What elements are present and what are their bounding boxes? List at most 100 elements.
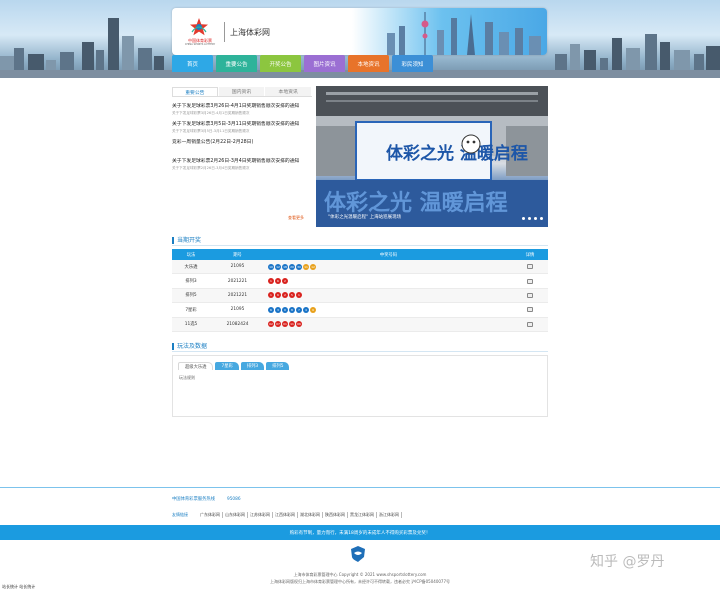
details-icon[interactable] [527,264,533,270]
details-icon[interactable] [527,292,533,298]
list-item[interactable]: 关于下发足球彩票3月26日-4月1日奖期销售顺次安排的通知 关于下发足球彩票3月… [172,103,312,116]
winning-numbers: 6308749 [265,303,512,316]
winning-numbers: 162 [265,274,512,287]
hotline-number[interactable]: 95086 [227,497,241,502]
issue-number: 2021221 [227,278,248,284]
number-ball: 6 [268,306,274,313]
friend-link[interactable]: 湖北体彩网 [298,512,323,518]
nav-item[interactable]: 开奖公告 [260,55,301,72]
more-link[interactable]: 查看更多 [288,215,304,221]
details-cell [512,274,548,287]
announcement-title[interactable]: 关于下发足球彩票3月26日-4月1日奖期销售顺次安排的通知 [172,103,312,110]
number-ball: 10 [268,263,274,270]
game-name: 11选5 [184,322,198,328]
copyright: 上海市体育彩票管理中心 Copyright © 2021 www.shsport… [0,571,720,585]
draw-section-title: 当期开奖 [172,237,201,244]
number-ball: 0 [282,306,288,313]
announcement-title[interactable]: 关于下发足球彩票3月5日-3月11日奖期销售顺次安排的通知 [172,121,312,128]
carousel-dot[interactable] [534,217,537,220]
site-stats-link[interactable]: 站长统计 站长统计 [2,584,35,590]
friend-link[interactable]: 陕西体彩网 [323,512,348,518]
issue-number: 21095 [230,264,245,270]
list-item[interactable]: 关于下发足球彩票2月26日-3月4日奖期销售顺次安排的通知 关于下发足球彩票2月… [172,158,312,171]
tab-super-lotto[interactable]: 超级大乐透 [178,362,214,370]
announcement-title[interactable]: 竞彩一周销量公告(2月22日-2月28日) [172,139,312,146]
section-divider [172,245,548,246]
carousel-dot[interactable] [540,217,543,220]
data-section-title: 玩法及数据 [172,343,207,350]
number-ball: 07 [275,321,281,328]
friend-link[interactable]: 黑龙江体彩网 [348,512,377,518]
details-cell [512,318,548,331]
logo-divider [224,22,225,42]
site-logo-panel[interactable]: 中国体育彩票 CHINA SPORTS LOTTERY 上海体彩网 [172,8,547,55]
carousel-dot[interactable] [528,217,531,220]
number-ball: 11 [303,263,309,270]
issue-number: 2021221 [227,292,248,298]
list-item[interactable]: 关于下发足球彩票3月5日-3月11日奖期销售顺次安排的通知 关于下发足球彩票3月… [172,121,312,134]
table-row: 排列5 2021221 1 6 2 5 1 [172,288,548,304]
hotline-row: 中国体育彩票服务热线 95086 [172,496,241,503]
tab-important[interactable]: 重要公告 [172,87,218,96]
friend-link[interactable]: 浙江体彩网 [377,512,402,518]
column-header: 玩法 [186,252,196,258]
details-cell [512,303,548,316]
table-row: 大乐透 21095 10 12 18 20 30 11 12 [172,260,548,275]
tab-domestic[interactable]: 国内资讯 [218,87,265,96]
friend-link[interactable]: 江西体彩网 [273,512,298,518]
announcement-summary: 关于下发足球彩票3月26日-4月1日奖期销售顺次 [172,111,250,115]
number-ball: 11 [289,321,295,328]
column-header: 详情 [525,252,535,258]
details-cell [512,260,548,273]
number-ball: 1 [268,292,274,299]
game-data-panel: 超级大乐透 7星彩 排列3 排列5 玩法规则 [172,355,548,417]
photo-carousel[interactable]: 体彩之光 温暖启程 体彩之光 温暖启程 "体彩之光温暖启程" 上海站巡展现场 [316,86,548,227]
list-item[interactable]: 竞彩一周销量公告(2月22日-2月28日) [172,139,312,146]
friend-link[interactable]: 山东体彩网 [223,512,248,518]
details-icon[interactable] [527,278,533,284]
friend-link[interactable]: 江苏体彩网 [248,512,273,518]
nav-item[interactable]: 图片资讯 [304,55,345,72]
nav-item[interactable]: 重要公告 [216,55,257,72]
footer-divider [0,487,720,488]
details-icon[interactable] [527,321,533,327]
number-ball: 4 [303,306,309,313]
friend-link[interactable]: 广东体彩网 [198,512,223,518]
friend-links-label: 友情链接 [172,512,188,517]
number-ball: 06 [296,321,302,328]
site-name: 上海体彩网 [230,28,270,37]
number-ball: 1 [268,278,274,285]
number-ball: 9 [310,306,316,313]
game-tabs: 超级大乐透 7星彩 排列3 排列5 [178,362,290,370]
banner-stage-text: 体彩之光 温暖启程 [386,143,528,164]
nav-item[interactable]: 首页 [172,55,213,72]
number-ball: 2 [282,292,288,299]
draw-results-table: 玩法 期号 中奖号码 详情 大乐透 21095 10 12 18 20 30 11 12 排列3 2… [172,249,548,332]
column-header: 期号 [233,252,242,258]
number-ball: 8 [289,306,295,313]
watermark: 知乎 @罗丹 [590,554,665,570]
security-badge-icon[interactable] [350,545,366,563]
nav-item[interactable]: 本地资讯 [348,55,389,72]
tab-7-star[interactable]: 7星彩 [215,362,239,370]
column-header: 中奖号码 [379,252,398,258]
number-ball: 2 [282,278,288,285]
announcement-title[interactable]: 关于下发足球彩票2月26日-3月4日奖期销售顺次安排的通知 [172,158,312,165]
tab-pick-3[interactable]: 排列3 [240,362,265,370]
nav-item[interactable]: 彩民须知 [392,55,433,72]
banner-floor-text: 体彩之光 温暖启程 [324,190,508,216]
carousel-dots [522,217,543,220]
tab-local[interactable]: 本地资讯 [265,87,311,96]
number-ball: 12 [275,263,281,270]
game-name: 7星彩 [185,307,197,313]
hotline-label[interactable]: 中国体育彩票服务热线 [172,496,215,502]
announcement-summary: 关于下发足球彩票3月5日-3月11日奖期销售顺次 [172,129,250,133]
game-name: 大乐透 [184,264,198,270]
tab-pick-5[interactable]: 排列5 [266,362,290,370]
details-icon[interactable] [527,307,533,313]
announcement-summary: 关于下发足球彩票2月26日-3月4日奖期销售顺次 [172,166,250,170]
number-ball: 30 [296,263,302,270]
carousel-dot[interactable] [522,217,525,220]
game-rules-link[interactable]: 玩法规则 [179,375,195,381]
number-ball: 01 [282,321,288,328]
